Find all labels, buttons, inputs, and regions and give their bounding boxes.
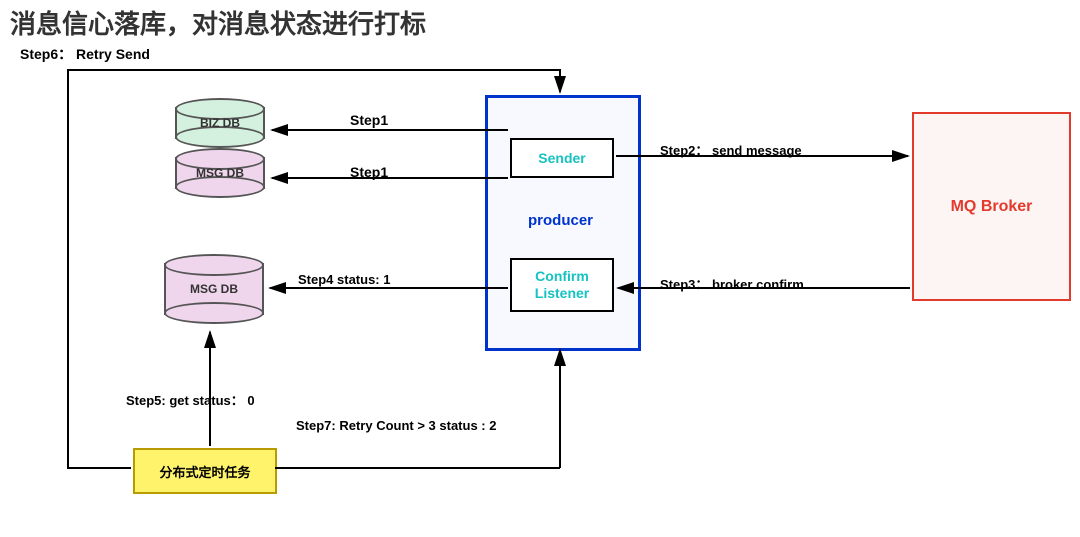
confirm-listener-label: Confirm Listener	[535, 268, 589, 302]
mq-broker-box: MQ Broker	[912, 112, 1071, 301]
step5-label: Step5: get status： 0	[126, 390, 255, 409]
msg-db-mid-label: MSG DB	[164, 282, 264, 296]
msg-db-mid-cylinder: MSG DB	[164, 254, 264, 324]
scheduled-task-label: 分布式定时任务	[159, 462, 250, 481]
step1b-label: Step1	[350, 164, 388, 180]
step2-label: Step2： send message	[660, 140, 802, 159]
biz-db-label: BIZ DB	[175, 116, 265, 130]
scheduled-task-box: 分布式定时任务	[133, 448, 277, 494]
producer-label: producer	[528, 212, 593, 229]
step6-label: Step6： Retry Send	[20, 44, 150, 64]
msg-db-top-label: MSG DB	[175, 166, 265, 180]
step1a-label: Step1	[350, 112, 388, 128]
mq-broker-label: MQ Broker	[951, 198, 1033, 216]
step7-label: Step7: Retry Count > 3 status : 2	[296, 418, 496, 433]
biz-db-cylinder: BIZ DB	[175, 98, 265, 148]
step3-label: Step3： broker confirm	[660, 274, 804, 293]
sender-box: Sender	[510, 138, 614, 178]
diagram-title: 消息信心落库，对消息状态进行打标	[10, 4, 426, 41]
sender-label: Sender	[538, 150, 585, 167]
msg-db-top-cylinder: MSG DB	[175, 148, 265, 198]
step4-label: Step4 status: 1	[298, 272, 390, 287]
confirm-listener-box: Confirm Listener	[510, 258, 614, 312]
